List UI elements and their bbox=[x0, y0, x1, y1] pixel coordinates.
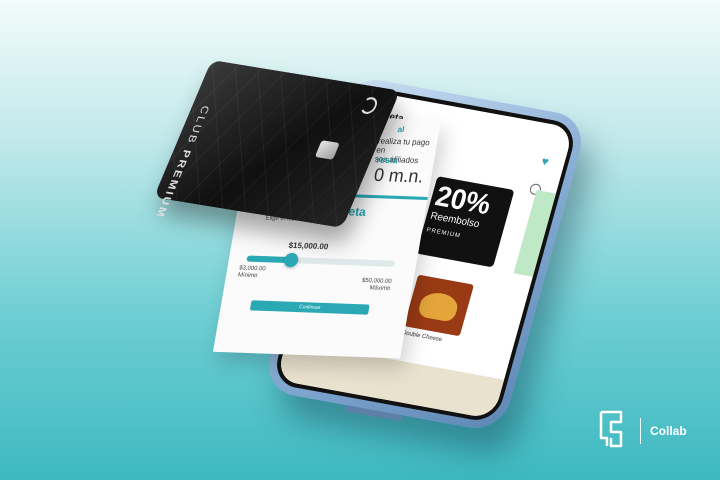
heart-icon[interactable]: ♥ bbox=[540, 154, 551, 169]
card-brand-premium: PREMIUM bbox=[152, 148, 193, 220]
continue-button[interactable]: Continuar bbox=[249, 300, 370, 315]
promo-card[interactable]: 20% Reembolso PREMIUM bbox=[416, 176, 515, 268]
phone-speaker bbox=[343, 404, 404, 422]
burger-image bbox=[416, 290, 461, 323]
selected-amount: $15,000.00 bbox=[287, 240, 329, 252]
slider-min-label: $3,000.00 Mínimo bbox=[237, 265, 267, 280]
card-logo-icon bbox=[358, 96, 380, 116]
slider-handle[interactable] bbox=[283, 252, 300, 268]
brand-logo-icon bbox=[598, 410, 624, 448]
slider-max-label: $50,000.00 Máximo bbox=[361, 277, 392, 293]
membership-amount: resía 0 m.n. bbox=[372, 155, 426, 188]
card-chip bbox=[314, 140, 340, 160]
promo-side-card[interactable] bbox=[513, 190, 556, 277]
membership-amount-value: 0 m.n. bbox=[372, 164, 426, 187]
promo-scene: de tarjeta nes ♥ 20% Reembolso PREMIUM D… bbox=[0, 0, 720, 480]
card-brand-club: CLUB bbox=[183, 104, 212, 146]
form-top-label: al bbox=[397, 124, 406, 135]
brand-divider bbox=[640, 418, 641, 444]
amount-slider[interactable] bbox=[246, 252, 396, 268]
brand-collab-text: Collab bbox=[650, 424, 687, 438]
card-brand-text: CLUB PREMIUM bbox=[153, 105, 211, 220]
food-card[interactable] bbox=[403, 274, 475, 337]
